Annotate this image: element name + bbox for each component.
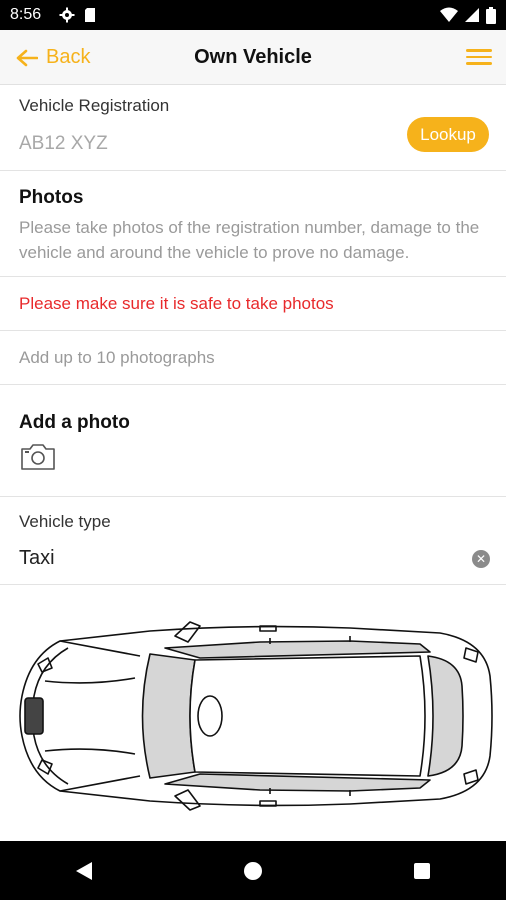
arrow-left-icon xyxy=(16,49,38,66)
home-circle-icon xyxy=(243,861,262,880)
nav-home-button[interactable] xyxy=(223,841,283,900)
safety-warning: Please make sure it is safe to take phot… xyxy=(0,277,506,331)
signal-icon xyxy=(465,8,479,22)
photos-section: Photos Please take photos of the registr… xyxy=(0,171,506,277)
back-button[interactable]: Back xyxy=(16,30,90,85)
add-photo-heading: Add a photo xyxy=(19,412,130,433)
settings-icon xyxy=(59,7,75,23)
app-bar: Back Own Vehicle xyxy=(0,30,506,85)
photo-limit-note: Add up to 10 photographs xyxy=(0,331,506,385)
form-content: Vehicle Registration AB12 XYZ Lookup Pho… xyxy=(0,85,506,585)
status-time: 8:56 xyxy=(10,6,42,23)
lookup-button[interactable]: Lookup xyxy=(407,117,489,152)
battery-icon xyxy=(486,6,496,24)
photos-description: Please take photos of the registration n… xyxy=(19,218,480,262)
add-photo-section: Add a photo xyxy=(0,385,506,497)
registration-section: Vehicle Registration AB12 XYZ Lookup xyxy=(0,85,506,171)
sd-card-icon xyxy=(85,8,96,22)
system-nav-bar xyxy=(0,841,506,900)
wifi-icon xyxy=(440,7,458,22)
registration-label: Vehicle Registration xyxy=(19,96,170,115)
nav-back-button[interactable] xyxy=(54,841,114,900)
status-bar: 8:56 xyxy=(0,0,506,30)
vehicle-type-section: Vehicle type Taxi ✕ xyxy=(0,497,506,585)
nav-recents-button[interactable] xyxy=(392,841,452,900)
camera-icon[interactable] xyxy=(19,442,57,472)
vehicle-type-select[interactable]: Taxi xyxy=(19,547,55,570)
clear-icon[interactable]: ✕ xyxy=(472,550,490,568)
recents-square-icon xyxy=(413,862,430,879)
hamburger-menu-icon[interactable] xyxy=(466,46,492,68)
vehicle-diagram[interactable] xyxy=(0,586,506,841)
back-label: Back xyxy=(46,46,91,68)
photos-heading: Photos xyxy=(19,187,84,208)
vehicle-type-label: Vehicle type xyxy=(19,512,111,531)
registration-input[interactable]: AB12 XYZ xyxy=(19,133,108,155)
back-triangle-icon xyxy=(76,861,93,880)
